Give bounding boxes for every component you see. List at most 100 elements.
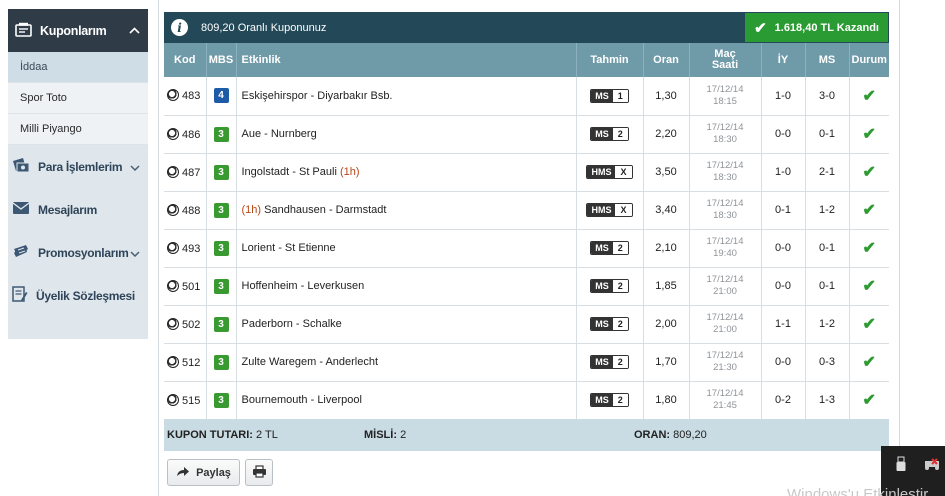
sidebar-item-promosyonlarim[interactable]: Promosyonlarım	[8, 231, 148, 274]
cell-durum: ✔	[849, 115, 889, 154]
football-icon	[167, 279, 179, 292]
mbs-badge: 3	[213, 354, 229, 370]
check-icon: ✔	[862, 202, 876, 219]
table-row: 515 3 Bournemouth - Liverpool MS 2 1,80 17/12/…	[164, 381, 889, 420]
football-icon	[167, 241, 179, 254]
cell-event[interactable]: Bournemouth - Liverpool	[236, 381, 577, 420]
football-icon	[167, 317, 179, 330]
prediction-type: MS	[591, 89, 613, 102]
match-hour: 18:15	[713, 95, 737, 107]
cell-tahmin: MS 2	[576, 115, 644, 154]
cell-event[interactable]: Eskişehirspor - Diyarbakır Bsb.	[236, 77, 577, 116]
sidebar-item-spor-toto[interactable]: Spor Toto	[8, 83, 148, 114]
document-icon	[12, 285, 28, 306]
kod-value: 515	[182, 394, 201, 407]
sidebar-item-label: Üyelik Sözleşmesi	[36, 288, 135, 303]
col-oran: Oran	[643, 43, 690, 77]
kod-value: 493	[182, 242, 201, 255]
print-button[interactable]	[245, 459, 273, 486]
football-icon	[167, 127, 179, 140]
prediction-type: MS	[591, 394, 613, 406]
cell-event[interactable]: Hoffenheim - Leverkusen	[236, 267, 577, 306]
cell-kod: 501	[164, 267, 207, 306]
col-ms: MS	[805, 43, 850, 77]
mail-icon	[12, 201, 30, 218]
sidebar-item-mesajlarim[interactable]: Mesajlarım	[8, 188, 148, 231]
share-label: Paylaş	[196, 466, 231, 479]
prediction-value: 2	[612, 128, 628, 140]
event-name: Zulte Waregem - Anderlecht	[241, 356, 379, 368]
match-date: 17/12/14	[706, 388, 744, 399]
usb-icon[interactable]	[895, 456, 907, 475]
cell-mbs: 3	[206, 153, 237, 192]
prediction-value: 2	[612, 280, 628, 292]
football-icon	[167, 355, 179, 368]
prediction-value: X	[615, 204, 632, 216]
match-date: 17/12/14	[706, 350, 744, 361]
oran-label: ORAN:	[634, 429, 671, 441]
prediction-type: MS	[591, 356, 613, 368]
network-alert-icon[interactable]	[923, 458, 941, 473]
prediction-type: MS	[591, 280, 613, 292]
mbs-badge: 4	[213, 88, 229, 104]
sidebar-item-label: Promosyonlarım	[38, 245, 129, 260]
cell-match-time: 17/12/14 18:30	[689, 153, 762, 192]
cell-match-time: 17/12/14 21:00	[689, 267, 762, 306]
sidebar-item-para-islemlerim[interactable]: Para İşlemlerim	[8, 145, 148, 188]
cell-kod: 515	[164, 381, 207, 420]
cell-event[interactable]: Ingolstadt - St Pauli (1h)	[236, 153, 577, 192]
coupon-summary: KUPON TUTARI: 2 TL MİSLİ: 2 ORAN: 809,20	[164, 419, 889, 451]
cell-ms: 3-0	[805, 77, 850, 116]
misli-value: 2	[400, 429, 407, 441]
share-button[interactable]: Paylaş	[167, 459, 240, 486]
coupon-header: i 809,20 Oranlı Kuponunuz ✔ 1.618,40 TL …	[164, 12, 889, 43]
cell-event[interactable]: Zulte Waregem - Anderlecht	[236, 343, 577, 382]
kod-value: 502	[182, 318, 201, 331]
cell-mbs: 3	[206, 267, 237, 306]
cell-event[interactable]: Paderborn - Schalke	[236, 305, 577, 344]
cell-iy: 1-0	[761, 153, 806, 192]
table-row: 486 3 Aue - Nurnberg MS 2 2,20 17/12/14 18:30 0-…	[164, 115, 889, 154]
cell-ms: 0-1	[805, 267, 850, 306]
match-date: 17/12/14	[706, 312, 744, 323]
cell-durum: ✔	[849, 267, 889, 306]
cell-event[interactable]: Lorient - St Etienne	[236, 229, 577, 268]
sidebar-item-uyelik-sozlesmesi[interactable]: Üyelik Sözleşmesi	[8, 274, 148, 317]
cell-oran: 1,80	[643, 381, 690, 420]
cell-ms: 1-2	[805, 305, 850, 344]
kod-value: 501	[182, 280, 201, 293]
check-icon: ✔	[862, 392, 876, 409]
cell-durum: ✔	[849, 191, 889, 230]
cell-oran: 1,70	[643, 343, 690, 382]
half-tag: (1h)	[241, 204, 262, 216]
sidebar-item-milli-piyango[interactable]: Milli Piyango	[8, 114, 148, 145]
prediction-value: 2	[612, 318, 628, 330]
cell-mbs: 3	[206, 381, 237, 420]
tutar-value: 2 TL	[256, 429, 278, 441]
table-header-row: Kod MBS Etkinlik Tahmin Oran Maç Saati İ…	[164, 43, 889, 77]
cell-event[interactable]: (1h) Sandhausen - Darmstadt	[236, 191, 577, 230]
table-row: 488 3 (1h) Sandhausen - Darmstadt HMS X 3,40 1…	[164, 191, 889, 230]
cell-oran: 1,30	[643, 77, 690, 116]
half-tag: (1h)	[339, 166, 360, 178]
cell-ms: 2-1	[805, 153, 850, 192]
prediction-type: MS	[591, 128, 613, 140]
cell-mbs: 3	[206, 343, 237, 382]
match-hour: 19:40	[713, 248, 737, 259]
won-badge: ✔ 1.618,40 TL Kazandı	[745, 13, 888, 42]
cell-tahmin: HMS X	[576, 153, 644, 192]
match-hour: 18:30	[713, 134, 737, 145]
sidebar-item-iddaa[interactable]: İddaa	[8, 52, 148, 83]
prediction-type: HMS	[587, 204, 616, 216]
cell-event[interactable]: Aue - Nurnberg	[236, 115, 577, 154]
coupon-icon	[15, 22, 32, 40]
col-tahmin: Tahmin	[576, 43, 644, 77]
sidebar-menu: Para İşlemlerim Mesajlarım Promosyonları…	[8, 145, 148, 339]
sidebar-coupons-header[interactable]: Kuponlarım	[8, 9, 148, 52]
football-icon	[167, 203, 179, 216]
cell-oran: 2,20	[643, 115, 690, 154]
cell-ms: 0-3	[805, 343, 850, 382]
cell-kod: 488	[164, 191, 207, 230]
event-name: Hoffenheim - Leverkusen	[241, 280, 365, 292]
mbs-badge: 3	[213, 202, 229, 218]
